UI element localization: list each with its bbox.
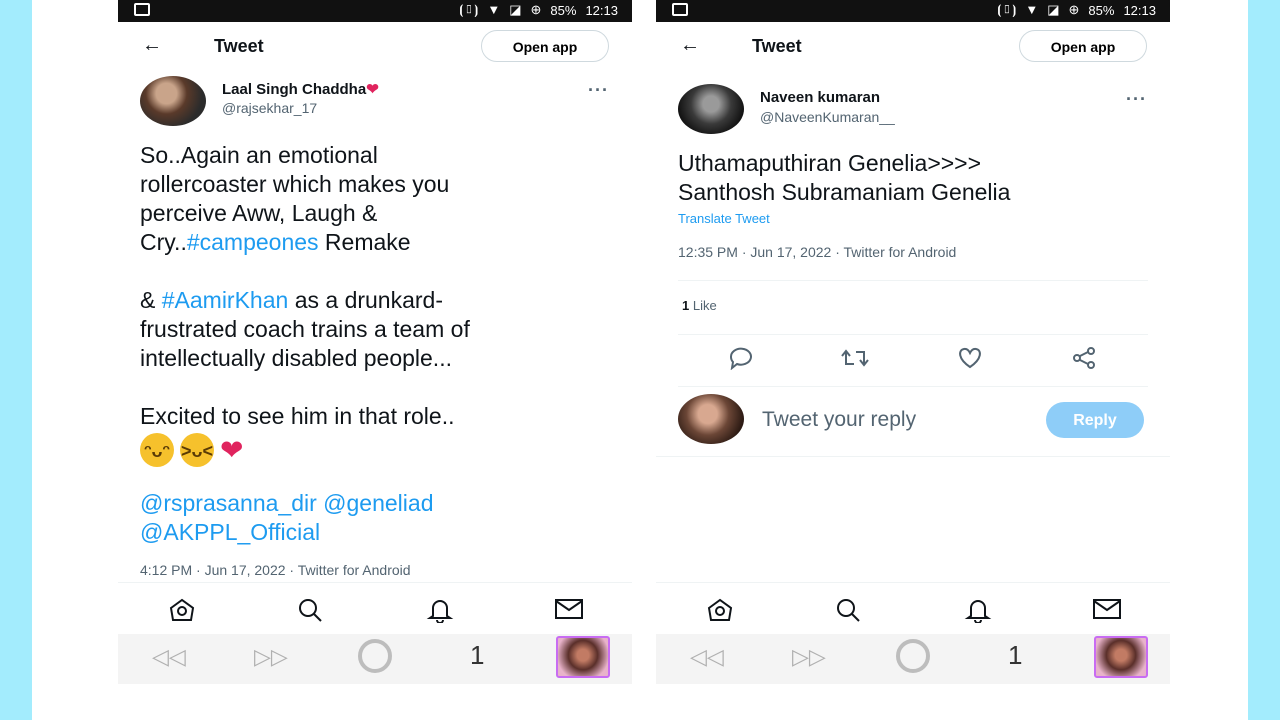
back-navigation-icon[interactable]: ◁◁ — [690, 644, 724, 670]
left-phone-screen: ⦗▯⦘ ▼ ◪ ⊕ 85% 12:13 ← Tweet Open app Laa… — [118, 0, 632, 720]
reload-circle-icon[interactable] — [892, 638, 934, 674]
translate-tweet-link[interactable]: Translate Tweet — [678, 211, 770, 226]
like-heart-icon[interactable] — [956, 346, 984, 370]
search-icon[interactable] — [834, 597, 862, 623]
vibrate-icon: ⦗▯⦘ — [459, 2, 479, 17]
right-side-panel — [1248, 0, 1280, 720]
signal-icon: ◪ — [1047, 2, 1060, 17]
search-icon[interactable] — [296, 597, 324, 623]
author-name[interactable]: Naveen kumaran — [760, 89, 880, 106]
bottom-nav — [118, 582, 632, 635]
reply-comment-icon[interactable] — [728, 346, 754, 370]
home-icon[interactable] — [168, 597, 196, 623]
hashtag-link[interactable]: #campeones — [187, 229, 319, 255]
more-options-icon[interactable]: ··· — [1126, 89, 1147, 110]
divider — [678, 334, 1148, 335]
left-side-panel — [0, 0, 32, 720]
hashtag-link[interactable]: #AamirKhan — [162, 287, 289, 313]
signal-icon: ◪ — [509, 2, 522, 17]
share-icon[interactable] — [1070, 346, 1098, 370]
back-navigation-icon[interactable]: ◁◁ — [152, 644, 186, 670]
back-arrow-icon[interactable]: ← — [142, 34, 162, 57]
profile-thumbnail[interactable] — [556, 636, 610, 678]
home-icon[interactable] — [706, 597, 734, 623]
page-title: Tweet — [752, 36, 802, 56]
tweet-meta: 4:12 PM · Jun 17, 2022 · Twitter for And… — [140, 562, 411, 578]
messages-mail-icon[interactable] — [1092, 597, 1122, 621]
data-saver-icon: ⊕ — [1068, 2, 1080, 17]
reply-button[interactable]: Reply — [1046, 402, 1144, 438]
data-saver-icon: ⊕ — [530, 2, 542, 17]
author-handle[interactable]: @NaveenKumaran__ — [760, 109, 895, 125]
battery-level: 85% — [1088, 2, 1115, 18]
author-handle[interactable]: @rajsekhar_17 — [222, 100, 317, 116]
tab-count[interactable]: 1 — [470, 640, 484, 671]
wifi-icon: ▼ — [487, 2, 501, 17]
gallery-icon — [672, 3, 688, 16]
browser-toolbar: ◁◁ ▷▷ 1 — [118, 634, 632, 684]
tweet-header: ← Tweet Open app — [118, 30, 632, 64]
vibrate-icon: ⦗▯⦘ — [997, 2, 1017, 17]
mention-link[interactable]: @geneliad — [323, 490, 433, 516]
smiley-emoji-icon: ᵔᴗᵔ — [140, 433, 174, 467]
tweet-text: So..Again an emotional rollercoaster whi… — [140, 142, 470, 545]
author-avatar[interactable] — [678, 84, 744, 134]
tweet-header: ← Tweet Open app — [656, 30, 1170, 64]
page-title: Tweet — [214, 36, 264, 56]
bottom-nav — [656, 582, 1170, 635]
reload-circle-icon[interactable] — [354, 638, 396, 674]
clock: 12:13 — [585, 2, 618, 18]
divider — [656, 456, 1170, 457]
author-name[interactable]: Laal Singh Chaddha❤ — [222, 80, 379, 98]
status-bar: ⦗▯⦘ ▼ ◪ ⊕ 85% 12:13 — [656, 0, 1170, 22]
mention-link[interactable]: @rsprasanna_dir — [140, 490, 317, 516]
red-heart-icon: ❤ — [366, 81, 379, 98]
author-avatar[interactable] — [140, 76, 206, 126]
clock: 12:13 — [1123, 2, 1156, 18]
back-arrow-icon[interactable]: ← — [680, 34, 700, 57]
tweet-text: Uthamaputhiran Genelia>>>> Santhosh Subr… — [678, 150, 1011, 205]
heart-emoji-icon: ❤ — [220, 434, 244, 466]
more-options-icon[interactable]: ··· — [588, 80, 609, 101]
right-phone-screen: ⦗▯⦘ ▼ ◪ ⊕ 85% 12:13 ← Tweet Open app Nav… — [656, 0, 1170, 720]
divider — [678, 280, 1148, 281]
tab-count[interactable]: 1 — [1008, 640, 1022, 671]
notifications-bell-icon[interactable] — [426, 597, 454, 623]
browser-toolbar: ◁◁ ▷▷ 1 — [656, 634, 1170, 684]
wifi-icon: ▼ — [1025, 2, 1039, 17]
mention-link[interactable]: @AKPPL_Official — [140, 519, 320, 545]
messages-mail-icon[interactable] — [554, 597, 584, 621]
reply-input[interactable]: Tweet your reply — [762, 408, 916, 432]
open-app-button[interactable]: Open app — [1019, 30, 1147, 62]
status-bar: ⦗▯⦘ ▼ ◪ ⊕ 85% 12:13 — [118, 0, 632, 22]
laughing-emoji-icon: >ᴗ< — [180, 433, 214, 467]
current-user-avatar — [678, 394, 744, 444]
tweet-meta: 12:35 PM · Jun 17, 2022 · Twitter for An… — [678, 244, 957, 260]
like-count[interactable]: 1 Like — [682, 298, 717, 313]
notifications-bell-icon[interactable] — [964, 597, 992, 623]
battery-level: 85% — [550, 2, 577, 18]
open-app-button[interactable]: Open app — [481, 30, 609, 62]
forward-navigation-icon[interactable]: ▷▷ — [792, 644, 826, 670]
forward-navigation-icon[interactable]: ▷▷ — [254, 644, 288, 670]
divider — [678, 386, 1148, 387]
gallery-icon — [134, 3, 150, 16]
retweet-icon[interactable] — [840, 346, 870, 370]
profile-thumbnail[interactable] — [1094, 636, 1148, 678]
